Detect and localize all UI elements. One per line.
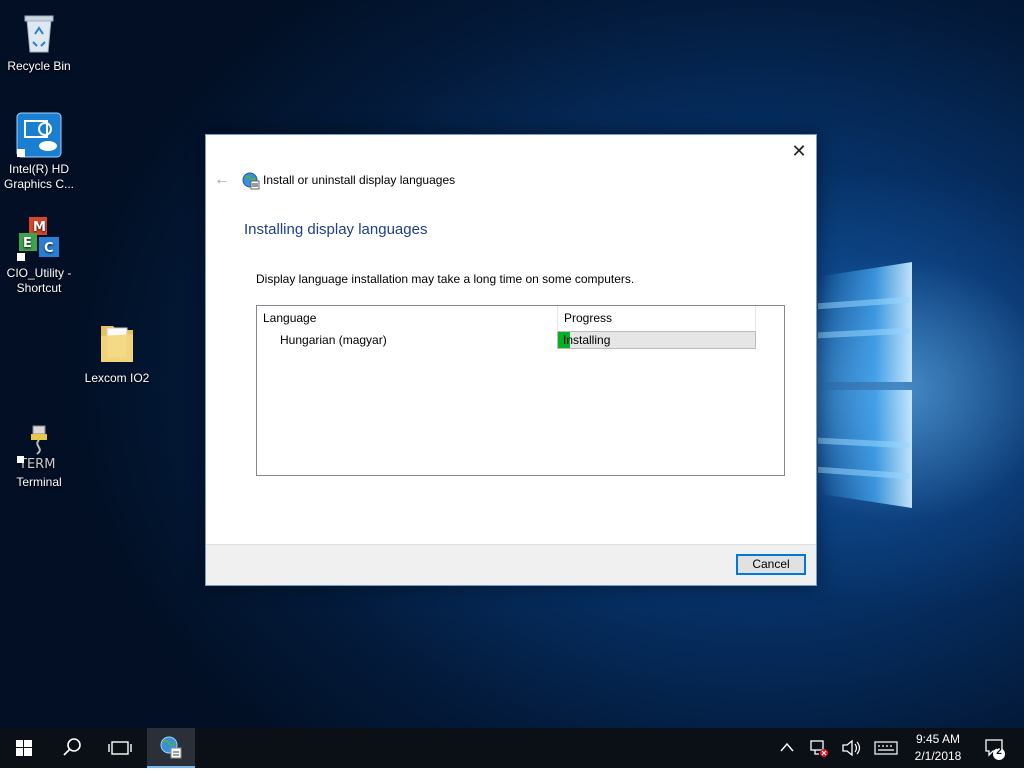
desktop-icon-cio-utility[interactable]: M E C CIO_Utility - Shortcut: [0, 215, 78, 296]
search-icon: [63, 738, 81, 756]
column-header-language[interactable]: Language: [263, 306, 553, 330]
cio-utility-icon: M E C: [15, 215, 63, 263]
network-disconnected-icon: [810, 740, 828, 757]
desktop-icon-label: Recycle Bin: [7, 59, 71, 73]
close-button[interactable]: ✕: [788, 140, 810, 162]
start-button[interactable]: [0, 728, 48, 768]
svg-text:E: E: [23, 236, 32, 251]
svg-text:C: C: [44, 241, 54, 256]
language-list-table: Language Progress Hungarian (magyar) Ins…: [256, 305, 785, 476]
desktop-icon-label: CIO_Utility -: [6, 266, 72, 280]
desktop-icon-label: Terminal: [16, 475, 62, 489]
desktop-icon-lexcom-io2[interactable]: Lexcom IO2: [78, 320, 156, 386]
terminal-icon: TERM: [15, 424, 63, 472]
taskbar: 9:45 AM 2/1/2018 2: [0, 728, 1024, 768]
intel-graphics-icon: [15, 111, 63, 159]
windows-logo-icon: [16, 740, 32, 756]
language-install-dialog: ✕ ← Install or uninstall display languag…: [205, 134, 817, 586]
dialog-footer: Cancel: [206, 544, 816, 585]
desktop-icon-terminal[interactable]: TERM Terminal: [0, 424, 78, 490]
chevron-up-icon: [780, 742, 794, 752]
folder-icon: [93, 320, 141, 368]
search-button[interactable]: [48, 728, 96, 768]
speaker-icon: [842, 739, 861, 757]
windows-logo-beam-bottom: [820, 390, 912, 508]
keyboard-tray-button[interactable]: [872, 728, 900, 768]
volume-tray-button[interactable]: [838, 728, 864, 768]
back-arrow-icon[interactable]: ←: [214, 171, 230, 189]
desktop-icon-recycle-bin[interactable]: Recycle Bin: [0, 8, 78, 74]
cancel-button[interactable]: Cancel: [736, 554, 806, 575]
globe-language-icon: [242, 172, 260, 190]
task-view-icon: [108, 741, 132, 755]
task-view-button[interactable]: [96, 728, 144, 768]
progress-status-text: Installing: [563, 333, 611, 347]
recycle-bin-icon: [15, 8, 63, 56]
taskbar-app-language-settings[interactable]: [147, 728, 195, 768]
svg-text:M: M: [33, 220, 46, 235]
action-center-button[interactable]: 2: [980, 728, 1010, 768]
desktop-icon-label: Lexcom IO2: [84, 371, 150, 385]
show-hidden-icons-button[interactable]: [776, 728, 798, 768]
notification-count-badge: 2: [996, 746, 1002, 757]
desktop-icon-label: Graphics C...: [3, 177, 75, 191]
windows-logo-beam-top: [820, 262, 912, 382]
description-text: Display language installation may take a…: [256, 272, 635, 286]
keyboard-icon: [874, 741, 898, 755]
clock-time[interactable]: 9:45 AM: [910, 732, 966, 746]
column-header-progress[interactable]: Progress: [557, 306, 756, 330]
network-tray-button[interactable]: [806, 728, 832, 768]
dialog-title: Install or uninstall display languages: [263, 173, 456, 187]
globe-language-icon: [160, 736, 182, 759]
clock-date[interactable]: 2/1/2018: [910, 749, 966, 763]
install-progress-bar: Installing: [557, 331, 756, 349]
desktop-icon-label: Shortcut: [16, 281, 62, 295]
desktop-icon-label: Intel(R) HD: [8, 162, 69, 176]
language-name: Hungarian (magyar): [280, 333, 387, 347]
page-heading: Installing display languages: [244, 221, 428, 238]
desktop-icon-intel-graphics[interactable]: Intel(R) HD Graphics C...: [0, 111, 78, 192]
